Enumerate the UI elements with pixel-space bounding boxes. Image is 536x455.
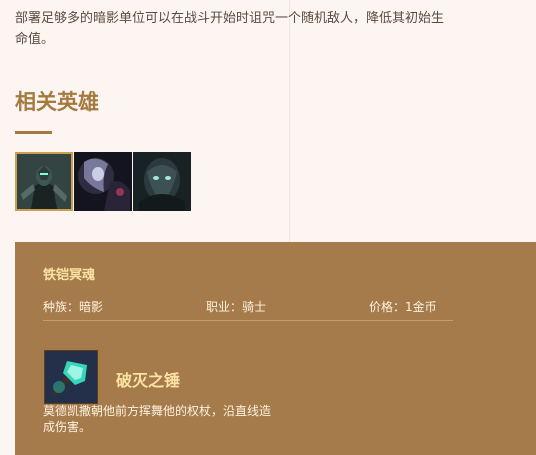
item-name: 破灭之锤 [116, 371, 181, 390]
hero-price: 价格：1金币 [369, 300, 437, 314]
armored-knight-portrait [17, 154, 71, 209]
synergy-description: 部署足够多的暗影单位可以在战斗开始时诅咒一个随机敌人，降低其初始生命值。 [15, 11, 445, 47]
section-title: 相关英雄 [15, 90, 99, 114]
hammer-icon [44, 350, 98, 404]
title-underline [15, 131, 52, 134]
hero-class: 职业：骑士 [206, 300, 267, 314]
related-hero-list [15, 152, 191, 211]
shadow-mage-portrait [74, 152, 132, 211]
hero-card: 铁铠冥魂 种族：暗影 职业：骑士 价格：1金币 破灭之锤 莫德凯撒朝他前方挥舞他… [15, 242, 536, 455]
hero-thumb-shadow-mage[interactable] [74, 152, 132, 211]
hero-thumb-wraith[interactable] [133, 152, 191, 211]
stats-divider [43, 320, 453, 321]
hero-stats: 种族：暗影 职业：骑士 价格：1金币 [43, 298, 453, 318]
hero-race: 种族：暗影 [43, 300, 104, 314]
wraith-portrait [133, 152, 191, 211]
hero-name: 铁铠冥魂 [43, 268, 96, 283]
hero-thumb-armored-knight[interactable] [15, 152, 73, 211]
item-description: 莫德凯撒朝他前方挥舞他的权杖，沿直线造成伤害。 [43, 404, 272, 434]
